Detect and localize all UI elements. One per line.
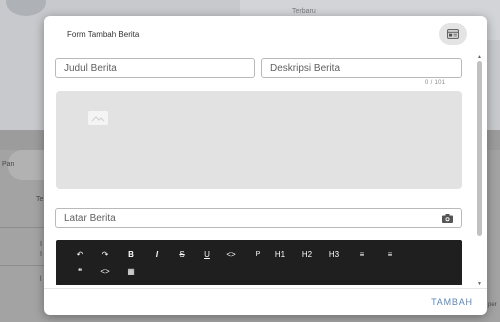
undo-icon[interactable]: ↶: [74, 248, 86, 262]
scroll-down-arrow-icon[interactable]: ▼: [476, 281, 483, 287]
form-modal: Form Tambah Berita Judul Berita Deskrips…: [44, 16, 487, 315]
code-block-icon[interactable]: <>: [99, 265, 111, 279]
scroll-up-arrow-icon[interactable]: ▲: [476, 54, 483, 60]
italic-icon[interactable]: I: [151, 248, 163, 262]
paragraph-button[interactable]: P: [252, 248, 264, 262]
modal-title: Form Tambah Berita: [67, 30, 140, 39]
deskripsi-berita-placeholder: Deskripsi Berita: [270, 62, 341, 74]
scrollbar-thumb[interactable]: [477, 61, 482, 236]
latar-berita-input[interactable]: Latar Berita: [55, 208, 462, 228]
redo-icon[interactable]: ↷: [99, 248, 111, 262]
background-side-label: Te: [36, 196, 44, 203]
toolbar-row: ↶ ↷ B I S U <> P H1 H2 H3 ≡ ≡: [56, 248, 462, 262]
modal-scrollbar[interactable]: ▲ ▼: [476, 54, 483, 291]
modal-body: Judul Berita Deskripsi Berita 0 / 101 La…: [44, 54, 487, 285]
background-side-label: Pan: [2, 161, 15, 168]
image-upload-area[interactable]: [56, 91, 462, 189]
footer-divider: [44, 288, 487, 289]
strikethrough-icon[interactable]: S: [176, 248, 188, 262]
background-footer-label: per: [488, 302, 497, 308]
tambah-button[interactable]: TAMBAH: [424, 294, 480, 310]
heading3-button[interactable]: H3: [328, 248, 340, 262]
code-icon[interactable]: <>: [225, 248, 237, 262]
background-divider: [0, 265, 44, 266]
bullet-list-icon[interactable]: ≡: [356, 248, 368, 262]
judul-berita-placeholder: Judul Berita: [64, 62, 117, 74]
background-side-label: I: [40, 241, 42, 248]
bold-icon[interactable]: B: [125, 248, 137, 262]
deskripsi-berita-input[interactable]: Deskripsi Berita: [261, 58, 462, 78]
judul-berita-input[interactable]: Judul Berita: [55, 58, 255, 78]
background-tab-label: Terbaru: [292, 8, 316, 15]
table-icon[interactable]: ▦: [125, 265, 137, 279]
blockquote-icon[interactable]: ❝: [74, 265, 86, 279]
background-side-label: l: [40, 276, 42, 283]
background-side-label: I: [40, 251, 42, 258]
latar-berita-placeholder: Latar Berita: [64, 212, 116, 224]
heading1-button[interactable]: H1: [274, 248, 286, 262]
calendar-card-icon-button[interactable]: [439, 23, 467, 45]
heading2-button[interactable]: H2: [301, 248, 313, 262]
character-counter: 0 / 101: [425, 80, 446, 86]
background-divider: [0, 227, 44, 228]
underline-icon[interactable]: U: [201, 248, 213, 262]
calendar-card-icon: [447, 29, 459, 39]
rich-text-toolbar: ↶ ↷ B I S U <> P H1 H2 H3 ≡ ≡ ❝ <> ▦: [56, 240, 462, 285]
camera-icon[interactable]: [442, 213, 453, 223]
toolbar-row: ❝ <> ▦: [56, 265, 462, 279]
image-icon: [88, 111, 108, 125]
ordered-list-icon[interactable]: ≡: [384, 248, 396, 262]
